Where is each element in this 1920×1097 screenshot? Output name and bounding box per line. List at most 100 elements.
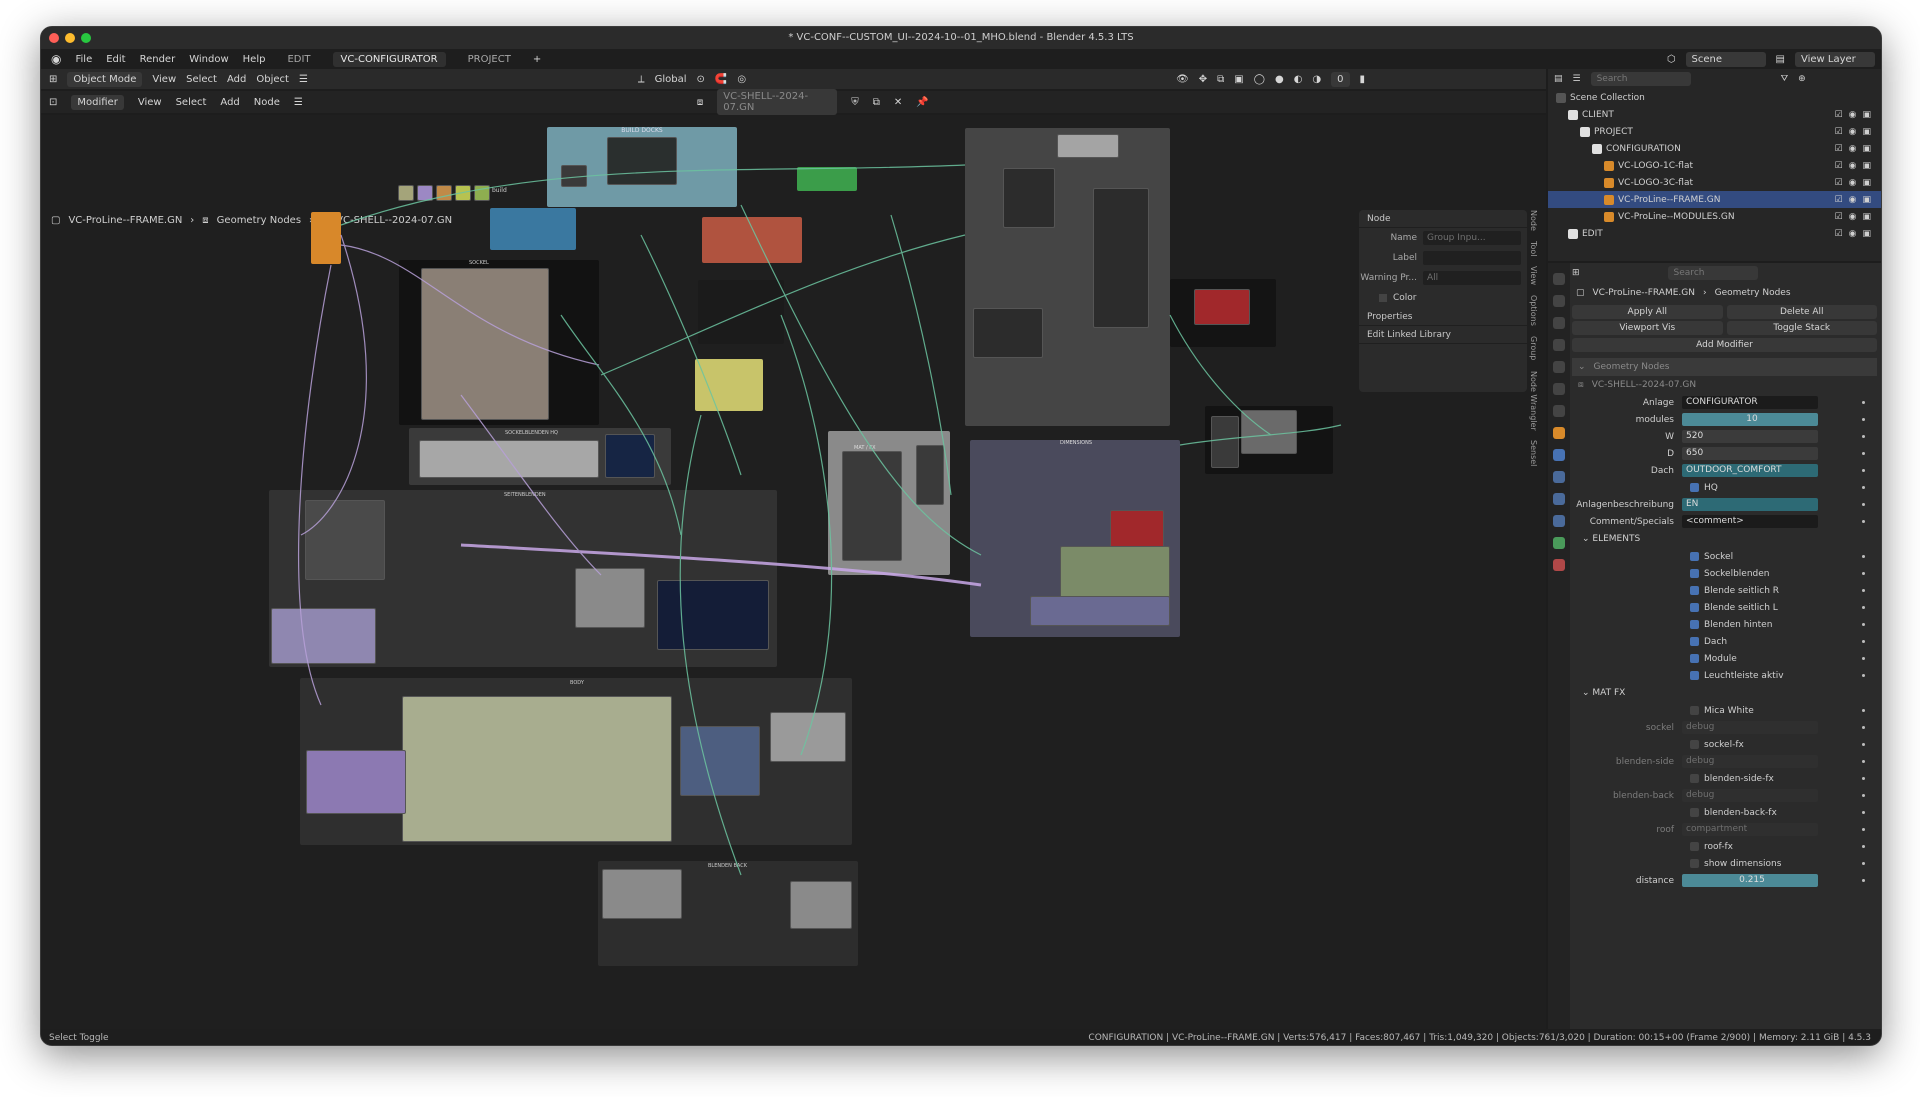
material-picker[interactable]: debug <box>1682 721 1818 734</box>
text-field[interactable]: <comment> <box>1682 515 1818 528</box>
object-mode-dropdown[interactable]: Object Mode <box>67 71 143 87</box>
element-checkbox[interactable] <box>1690 654 1699 663</box>
scene-icon[interactable]: ⬡ <box>1667 54 1676 65</box>
checkbox[interactable] <box>1690 859 1699 868</box>
keyframe-dot-icon[interactable] <box>1862 709 1865 712</box>
keyframe-dot-icon[interactable] <box>1862 589 1865 592</box>
keyframe-dot-icon[interactable] <box>1862 418 1865 421</box>
apply-all-button[interactable]: Apply All <box>1572 305 1723 319</box>
matfx-panel-header[interactable]: ⌄ MAT FX <box>1572 684 1877 702</box>
edit-linked-library-header[interactable]: Edit Linked Library <box>1359 326 1527 344</box>
keyframe-dot-icon[interactable] <box>1862 674 1865 677</box>
warning-dropdown[interactable]: All <box>1423 271 1521 285</box>
checkbox-icon[interactable]: ☑ <box>1835 195 1843 205</box>
keyframe-dot-icon[interactable] <box>1862 606 1865 609</box>
color-row[interactable]: Color <box>1359 288 1527 308</box>
overlay-icon[interactable]: ⧉ <box>1217 74 1224 85</box>
checkbox[interactable] <box>1690 842 1699 851</box>
node-tree-field[interactable]: VC-SHELL--2024-07.GN <box>717 89 838 115</box>
keyframe-dot-icon[interactable] <box>1862 794 1865 797</box>
outliner-row[interactable]: CLIENT ☑ ◉ ▣ <box>1548 106 1881 123</box>
shading-rendered-icon[interactable]: ◑ <box>1312 74 1321 85</box>
value-dropdown[interactable]: OUTDOOR_COMFORT <box>1682 464 1818 477</box>
properties-section-header[interactable]: Properties <box>1359 308 1527 326</box>
checkbox[interactable] <box>1690 740 1699 749</box>
display-mode-icon[interactable]: ☰ <box>1573 74 1581 84</box>
shading-material-icon[interactable]: ◐ <box>1294 74 1303 85</box>
checkbox-icon[interactable]: ☑ <box>1835 127 1843 137</box>
sidebar-tab-node-wrangler[interactable]: Node Wrangler <box>1529 371 1538 431</box>
keyframe-dot-icon[interactable] <box>1862 845 1865 848</box>
proportional-edit-icon[interactable]: ◎ <box>737 74 746 85</box>
node-tree-icon[interactable]: ⧈ <box>1578 380 1584 390</box>
add-workspace-button[interactable]: + <box>533 54 541 65</box>
sidebar-tab-sensel[interactable]: Sensel <box>1529 440 1538 466</box>
modifier-tab-icon[interactable] <box>1553 449 1565 461</box>
checkbox-icon[interactable]: ☑ <box>1835 144 1843 154</box>
element-checkbox[interactable] <box>1690 671 1699 680</box>
keyframe-dot-icon[interactable] <box>1862 555 1865 558</box>
view-layer-tab-icon[interactable] <box>1553 339 1565 351</box>
data-tab-icon[interactable] <box>1553 537 1565 549</box>
sidebar-tab-group[interactable]: Group <box>1529 336 1538 360</box>
text-field[interactable]: CONFIGURATOR <box>1682 396 1818 409</box>
minimize-window-button[interactable] <box>65 33 75 43</box>
filter-icon[interactable]: ⛛ <box>1781 74 1789 84</box>
camera-icon[interactable]: ▣ <box>1862 212 1871 222</box>
checkbox-icon[interactable]: ☑ <box>1835 178 1843 188</box>
outliner-row[interactable]: VC-ProLine--FRAME.GN ☑ ◉ ▣ <box>1548 191 1881 208</box>
keyframe-dot-icon[interactable] <box>1862 486 1865 489</box>
value-dropdown[interactable]: EN <box>1682 498 1818 511</box>
node-menu-hamburger-icon[interactable]: ☰ <box>294 97 303 108</box>
sidebar-tab-options[interactable]: Options <box>1529 295 1538 326</box>
camera-icon[interactable]: ▣ <box>1862 127 1871 137</box>
eye-icon[interactable]: ◉ <box>1849 144 1857 154</box>
toggle-stack-button[interactable]: Toggle Stack <box>1726 321 1877 335</box>
eye-icon[interactable]: ◉ <box>1849 229 1857 239</box>
viewport-vis-button[interactable]: Viewport Vis <box>1572 321 1723 335</box>
color-checkbox[interactable] <box>1379 294 1387 302</box>
select-menu[interactable]: Select <box>186 74 217 85</box>
outliner-row[interactable]: VC-LOGO-3C-flat ☑ ◉ ▣ <box>1548 174 1881 191</box>
scene-tab-icon[interactable] <box>1553 361 1565 373</box>
element-checkbox[interactable] <box>1690 586 1699 595</box>
outliner-row[interactable]: EDIT ☑ ◉ ▣ <box>1548 225 1881 242</box>
properties-search-input[interactable]: Search <box>1667 266 1758 280</box>
outliner-editor-icon[interactable]: ▤ <box>1554 74 1563 84</box>
sidebar-tab-tool[interactable]: Tool <box>1529 241 1538 257</box>
checkbox[interactable] <box>1690 706 1699 715</box>
tab-edit[interactable]: EDIT <box>279 52 318 67</box>
collection-tab-icon[interactable] <box>1553 405 1565 417</box>
keyframe-dot-icon[interactable] <box>1862 828 1865 831</box>
material-picker[interactable]: debug <box>1682 789 1818 802</box>
sidebar-tab-node[interactable]: Node <box>1529 210 1538 231</box>
view-layer-icon[interactable]: ▤ <box>1776 54 1785 65</box>
properties-editor-icon[interactable]: ⊞ <box>1572 268 1580 278</box>
element-checkbox[interactable] <box>1690 637 1699 646</box>
node-name-field[interactable]: Group Inpu... <box>1423 231 1521 245</box>
camera-icon[interactable]: ▣ <box>1862 195 1871 205</box>
new-collection-icon[interactable]: ⊕ <box>1798 74 1806 84</box>
value-dropdown[interactable]: 520 <box>1682 430 1818 443</box>
node-view-menu[interactable]: View <box>138 97 162 108</box>
keyframe-dot-icon[interactable] <box>1862 520 1865 523</box>
camera-icon[interactable]: ▣ <box>1862 178 1871 188</box>
output-tab-icon[interactable] <box>1553 317 1565 329</box>
keyframe-dot-icon[interactable] <box>1862 760 1865 763</box>
transform-orientation-dropdown[interactable]: Global <box>655 74 687 85</box>
keyframe-dot-icon[interactable] <box>1862 811 1865 814</box>
checkbox-icon[interactable]: ☑ <box>1835 110 1843 120</box>
keyframe-dot-icon[interactable] <box>1862 777 1865 780</box>
value-dropdown[interactable]: 650 <box>1682 447 1818 460</box>
keyframe-dot-icon[interactable] <box>1862 572 1865 575</box>
object-menu[interactable]: Object <box>256 74 289 85</box>
camera-icon[interactable]: ▣ <box>1862 229 1871 239</box>
node-add-menu[interactable]: Add <box>220 97 239 108</box>
keyframe-dot-icon[interactable] <box>1862 401 1865 404</box>
outliner-row[interactable]: VC-ProLine--MODULES.GN ☑ ◉ ▣ <box>1548 208 1881 225</box>
scene-field[interactable]: Scene <box>1685 51 1766 67</box>
render-tab-icon[interactable] <box>1553 295 1565 307</box>
eye-icon[interactable]: ◉ <box>1849 127 1857 137</box>
node-label-field[interactable] <box>1423 251 1521 265</box>
world-tab-icon[interactable] <box>1553 383 1565 395</box>
